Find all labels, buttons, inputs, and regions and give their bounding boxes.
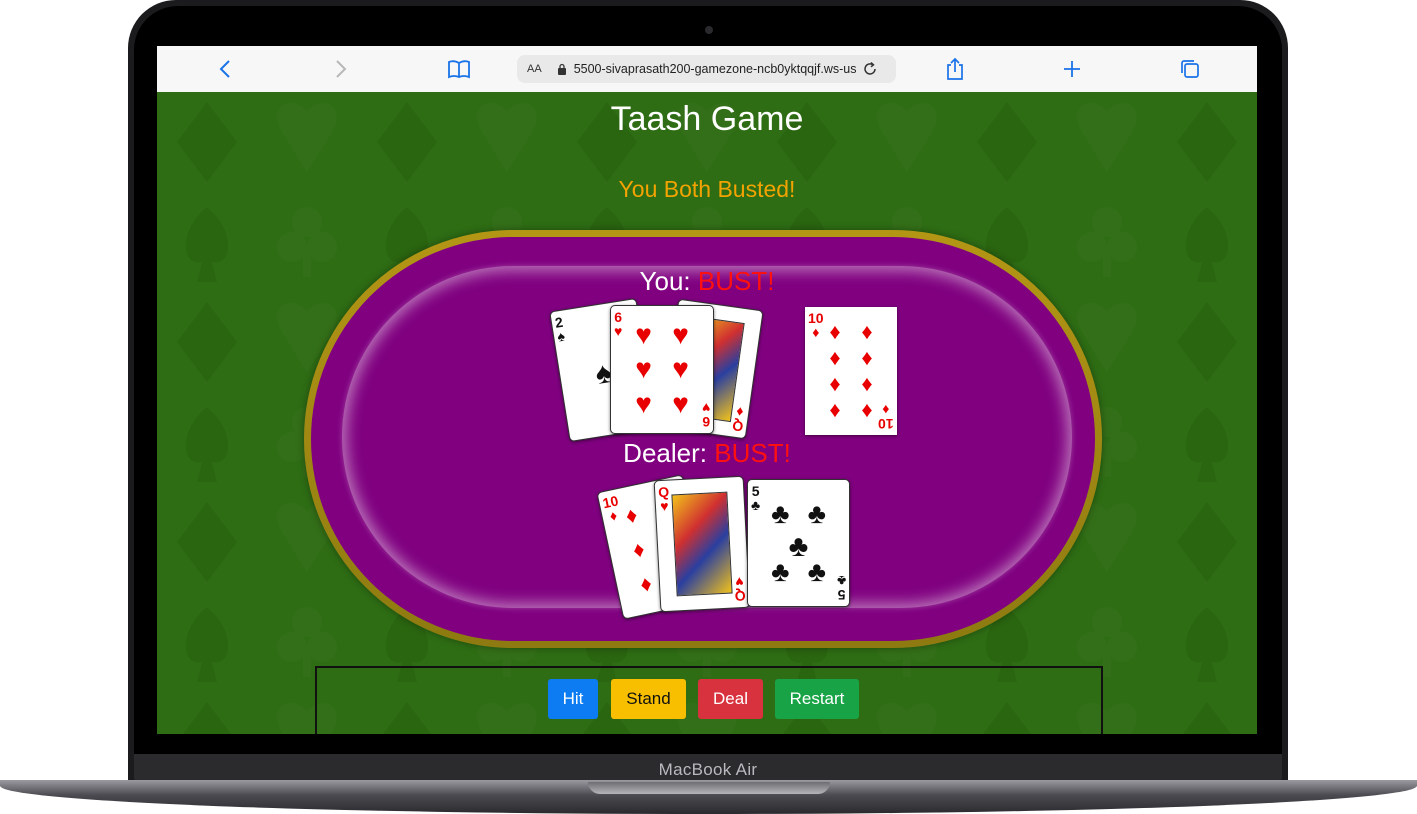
restart-button[interactable]: Restart <box>775 679 859 719</box>
dealer-score: BUST! <box>714 438 791 468</box>
player-card: 6 ♥ ♥ ♥ ♥ ♥ ♥ ♥ 6 ♥ <box>610 305 714 434</box>
result-message: You Both Busted! <box>618 176 796 202</box>
reload-icon[interactable] <box>862 61 878 77</box>
hit-button[interactable]: Hit <box>548 679 598 719</box>
address-bar[interactable]: AA 5500-sivaprasath200-gamezone-ncb0yktq… <box>517 55 896 83</box>
bookmarks-icon[interactable] <box>447 57 471 81</box>
back-icon[interactable] <box>213 57 237 81</box>
forward-icon[interactable] <box>329 57 353 81</box>
player-card: 10 ♦ ♦ ♦ ♦ ♦ ♦ ♦ ♦ ♦ 10 ♦ <box>805 307 897 435</box>
player-score: BUST! <box>697 266 775 296</box>
camera-icon <box>705 26 713 34</box>
browser-toolbar: AA 5500-sivaprasath200-gamezone-ncb0yktq… <box>157 46 1257 93</box>
laptop-notch <box>588 782 830 794</box>
game-page: Taash Game You Both Busted! You: BUST! 2… <box>157 92 1257 734</box>
dealer-card: Q ♥ Q ♥ <box>653 475 751 613</box>
dealer-score-line: Dealer: BUST! <box>157 438 1257 469</box>
share-icon[interactable] <box>943 57 967 81</box>
laptop-chin: MacBook Air <box>134 754 1282 782</box>
player-score-line: You: BUST! <box>157 266 1257 297</box>
lock-icon <box>557 63 566 75</box>
tabs-icon[interactable] <box>1178 57 1202 81</box>
dealer-card: 5 ♣ ♣ ♣ ♣ ♣ ♣ 5 ♣ <box>747 479 850 607</box>
page-title: Taash Game <box>610 100 804 138</box>
new-tab-icon[interactable] <box>1060 57 1084 81</box>
deal-button[interactable]: Deal <box>698 679 763 719</box>
laptop-screen: AA 5500-sivaprasath200-gamezone-ncb0yktq… <box>157 46 1257 734</box>
stand-button[interactable]: Stand <box>611 679 686 719</box>
text-size-button[interactable]: AA <box>527 63 542 75</box>
player-label: You: <box>639 266 691 296</box>
controls-panel: Hit Stand Deal Restart <box>315 666 1103 734</box>
device-label: MacBook Air <box>658 760 758 779</box>
url-text[interactable]: 5500-sivaprasath200-gamezone-ncb0yktqqjf… <box>574 62 856 76</box>
dealer-label: Dealer: <box>623 438 707 468</box>
